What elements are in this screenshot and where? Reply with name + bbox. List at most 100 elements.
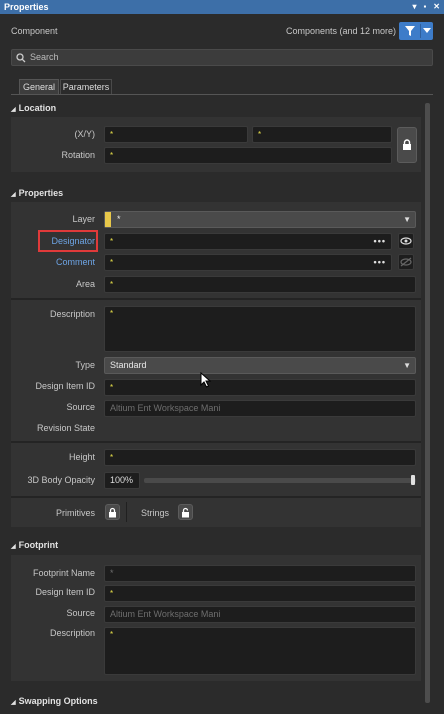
section-footprint-header[interactable]: ◢ Footprint [11, 540, 58, 550]
comment-field[interactable]: * ••• [104, 254, 392, 271]
chevron-down-icon: ▼ [403, 215, 411, 224]
unlock-icon [182, 507, 189, 518]
area-value: * [110, 280, 114, 289]
section-location-title: Location [18, 103, 57, 113]
description-value: * [110, 309, 114, 318]
properties-divider [11, 441, 421, 443]
lock-icon [109, 507, 116, 518]
footprint-name-label: Footprint Name [32, 568, 95, 578]
source-field: Altium Ent Workspace Mani [104, 400, 416, 417]
comment-label[interactable]: Comment [11, 254, 95, 271]
filter-icon [405, 26, 415, 36]
type-value: Standard [110, 360, 147, 370]
footprint-design-item-id-field[interactable]: * [104, 585, 416, 602]
height-field[interactable]: * [104, 449, 416, 466]
layer-color-swatch [105, 212, 111, 227]
more-options-icon[interactable]: ••• [374, 234, 386, 249]
section-properties-header[interactable]: ◢ Properties [11, 188, 63, 198]
footprint-description-value: * [110, 630, 114, 639]
opacity-slider-handle[interactable] [411, 475, 415, 485]
properties-divider [11, 496, 421, 498]
designator-field[interactable]: * ••• [104, 233, 392, 250]
layer-select[interactable]: * ▼ [104, 211, 416, 228]
type-label: Type [75, 360, 95, 370]
collapse-triangle-icon: ◢ [11, 192, 16, 198]
designator-visibility-button[interactable] [398, 233, 414, 249]
footprint-description-textarea[interactable]: * [104, 627, 416, 675]
footprint-name-field[interactable]: * [104, 565, 416, 582]
panel-scrollbar[interactable] [424, 99, 431, 711]
footprint-source-field: Altium Ent Workspace Mani [104, 606, 416, 623]
area-field[interactable]: * [104, 276, 416, 293]
properties-divider [11, 298, 421, 300]
collapse-triangle-icon: ◢ [11, 544, 16, 550]
strings-lock-button[interactable] [178, 504, 193, 520]
chevron-down-icon: ▼ [403, 361, 411, 370]
design-item-id-label: Design Item ID [35, 381, 95, 391]
design-item-id-value: * [110, 383, 114, 392]
section-swapping-title: Swapping Options [18, 696, 98, 706]
panel-close-icon[interactable]: ✕ [433, 0, 440, 14]
filter-button[interactable] [399, 22, 433, 40]
collapse-triangle-icon: ◢ [11, 700, 16, 706]
object-type-label: Component [11, 26, 58, 36]
chevron-down-icon[interactable] [423, 28, 431, 34]
lock-icon [403, 139, 411, 150]
strings-label: Strings [140, 508, 169, 518]
eye-off-icon [400, 257, 412, 267]
source-label: Source [66, 402, 95, 412]
more-options-icon[interactable]: ••• [374, 255, 386, 270]
primitives-lock-button[interactable] [105, 504, 120, 520]
designator-label[interactable]: Designator [11, 233, 95, 250]
layer-label: Layer [72, 214, 95, 224]
opacity-slider-track[interactable] [144, 475, 416, 485]
section-location-header[interactable]: ◢ Location [11, 103, 56, 113]
height-label: Height [68, 452, 95, 462]
panel-menu-icon[interactable]: ▾ [412, 0, 416, 14]
filter-dropdown-divider [420, 24, 421, 38]
footprint-design-item-id-label: Design Item ID [35, 587, 95, 597]
panel-pin-icon[interactable]: ▪ [423, 0, 426, 14]
type-select[interactable]: Standard ▼ [104, 357, 416, 374]
tabs-underline [11, 94, 433, 95]
scrollbar-thumb[interactable] [425, 103, 430, 703]
description-label: Description [49, 309, 95, 319]
x-value: * [110, 130, 114, 139]
opacity-label: 3D Body Opacity [27, 475, 95, 485]
panel-title: Properties [4, 2, 49, 12]
y-field[interactable]: * [252, 126, 392, 143]
section-footprint-title: Footprint [18, 540, 59, 550]
xy-label: (X/Y) [74, 129, 95, 139]
panel-titlebar: Properties ▾ ▪ ✕ [0, 0, 444, 14]
collapse-triangle-icon: ◢ [11, 107, 16, 113]
primitives-separator [126, 502, 127, 522]
tab-general[interactable]: General [19, 79, 59, 94]
section-swapping-header[interactable]: ◢ Swapping Options [11, 696, 98, 706]
location-lock-button[interactable] [397, 127, 417, 163]
opacity-field[interactable]: 100% [104, 472, 140, 489]
search-input[interactable]: Search [30, 52, 59, 62]
primitives-label: Primitives [55, 508, 95, 518]
comment-visibility-button[interactable] [398, 254, 414, 270]
tab-parameters[interactable]: Parameters [60, 79, 112, 94]
y-value: * [258, 130, 262, 139]
rotation-field[interactable]: * [104, 147, 392, 164]
footprint-design-item-id-value: * [110, 589, 114, 598]
eye-icon [400, 237, 412, 245]
revision-state-label: Revision State [36, 423, 95, 433]
footprint-source-label: Source [66, 608, 95, 618]
mouse-cursor-icon [200, 372, 212, 388]
description-textarea[interactable]: * [104, 306, 416, 352]
x-field[interactable]: * [104, 126, 248, 143]
design-item-id-field[interactable]: * [104, 379, 416, 396]
designator-value: * [110, 237, 114, 246]
comment-value: * [110, 258, 114, 267]
area-label: Area [75, 279, 95, 289]
layer-value: * [117, 214, 121, 224]
rotation-label: Rotation [61, 150, 95, 160]
search-icon [16, 53, 26, 63]
height-value: * [110, 453, 114, 462]
rotation-value: * [110, 151, 114, 160]
search-box[interactable]: Search [11, 49, 433, 66]
section-properties-title: Properties [18, 188, 64, 198]
